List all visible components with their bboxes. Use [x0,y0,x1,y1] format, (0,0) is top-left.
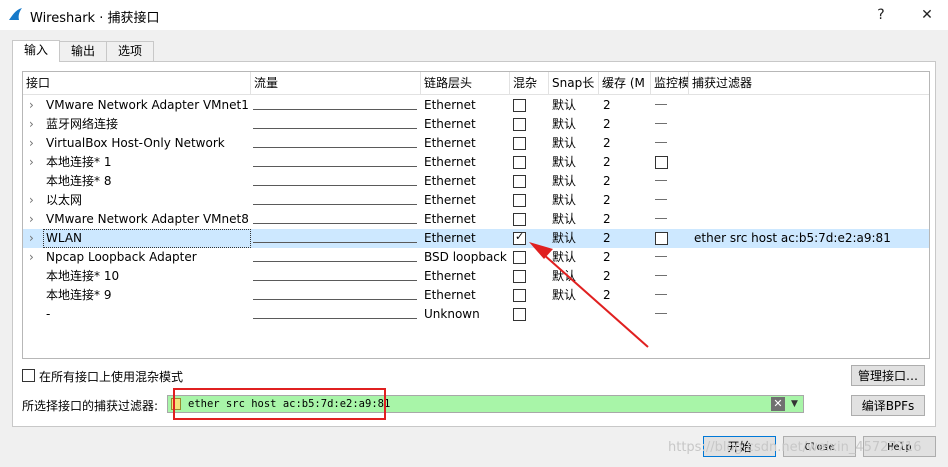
annotation-arrow [529,242,649,348]
tab-input[interactable]: 输入 [12,40,60,62]
